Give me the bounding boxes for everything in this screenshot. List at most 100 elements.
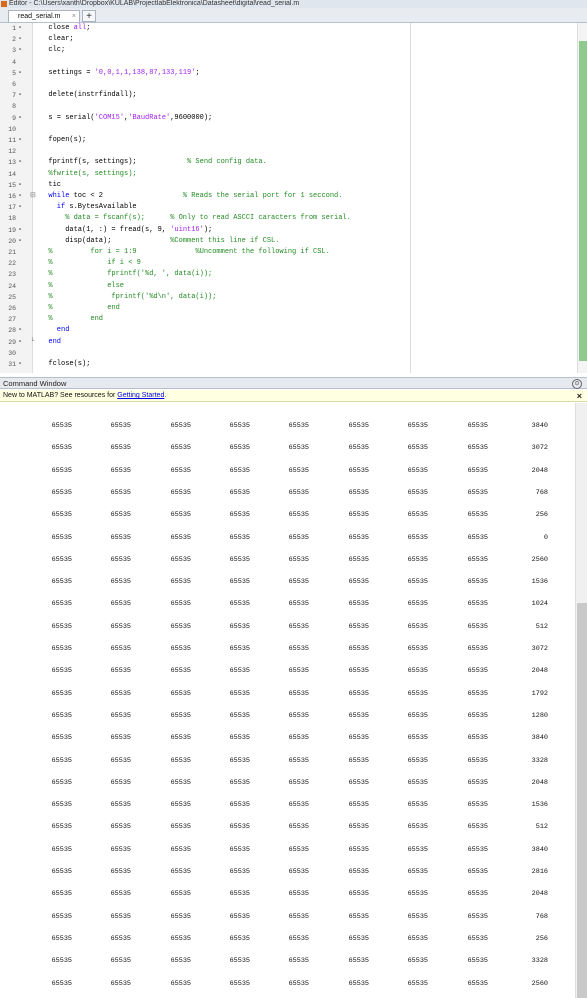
breakpoint-marker[interactable]: -: [18, 34, 22, 45]
breakpoint-marker[interactable]: -: [18, 225, 22, 236]
output-value: 65535: [407, 801, 428, 810]
breakpoint-marker[interactable]: -: [18, 191, 22, 202]
output-value: 65535: [288, 466, 309, 475]
output-value: 65535: [467, 600, 488, 609]
code-line[interactable]: 12: [0, 146, 576, 157]
code-line[interactable]: 11- fopen(s);: [0, 135, 576, 146]
breakpoint-marker[interactable]: -: [18, 359, 22, 370]
output-row: 65535 65535 65535 65535 65535 65535 65535 65535…: [0, 867, 574, 877]
output-value: 1792: [531, 689, 548, 698]
code-editor[interactable]: 1- close all; 2- clear; 3- clc; 4 5- settings = …: [0, 23, 576, 373]
code-text: end: [48, 337, 61, 348]
editor-tab-bar: read_serial.m × +: [0, 8, 587, 23]
output-value: 65535: [467, 823, 488, 832]
breakpoint-marker[interactable]: -: [18, 68, 22, 79]
output-value: 65535: [288, 533, 309, 542]
output-value: 65535: [348, 645, 369, 653]
output-value: 65535: [229, 979, 250, 988]
fold-icon[interactable]: ⊟: [30, 191, 36, 202]
output-value: 65535: [348, 912, 369, 921]
breakpoint-marker[interactable]: -: [18, 157, 22, 168]
breakpoint-marker[interactable]: -: [18, 113, 22, 124]
code-line[interactable]: 19- data(1, :) = fread(s, 9, 'uint16');: [0, 225, 576, 236]
panel-menu-icon[interactable]: ⊙: [572, 379, 582, 389]
tab-read-serial[interactable]: read_serial.m ×: [8, 10, 80, 22]
breakpoint-marker[interactable]: -: [18, 135, 22, 146]
output-value: 65535: [51, 823, 72, 832]
output-value: 65535: [467, 868, 488, 876]
window-title-bar: Editor - C:\Users\xanth\Dropbox\KULAB\Pr…: [0, 0, 587, 8]
code-line[interactable]: 9- s = serial('COM15','BaudRate',9600000)…: [0, 113, 576, 124]
line-number: 6: [12, 81, 16, 88]
code-line[interactable]: 18 % data = fscanf(s); % Only to read ASC…: [0, 213, 576, 224]
editor-scroll-thumb[interactable]: [579, 41, 587, 361]
fold-icon[interactable]: └: [30, 337, 34, 348]
code-line[interactable]: 10: [0, 124, 576, 135]
breakpoint-marker[interactable]: -: [18, 45, 22, 56]
code-line[interactable]: 17- if s.BytesAvailable: [0, 202, 576, 213]
code-line[interactable]: 8: [0, 101, 576, 112]
command-window-scrollbar[interactable]: [575, 403, 587, 998]
code-line[interactable]: 27 % end: [0, 314, 576, 325]
code-line[interactable]: 5- settings = '0,0,1,1,138,87,133,119';: [0, 68, 576, 79]
breakpoint-marker[interactable]: -: [18, 90, 22, 101]
code-line[interactable]: 24 % else: [0, 281, 576, 292]
output-value: 65535: [348, 600, 369, 609]
output-value: 2816: [531, 868, 548, 876]
code-line[interactable]: 20- disp(data); %Comment this line if CSL…: [0, 236, 576, 247]
code-line[interactable]: 26 % end: [0, 303, 576, 314]
output-value: 65535: [407, 912, 428, 921]
code-line[interactable]: 22 % if i < 9: [0, 258, 576, 269]
output-value: 65535: [110, 444, 131, 453]
code-line[interactable]: 7- delete(instrfindall);: [0, 90, 576, 101]
code-line[interactable]: 6: [0, 79, 576, 90]
command-window-output[interactable]: 65535 65535 65535 65535 65535 65535 65535 65535…: [0, 403, 574, 998]
output-value: 65535: [51, 845, 72, 854]
code-line[interactable]: 21 % for i = 1:9 %Uncomment the following…: [0, 247, 576, 258]
command-window-scroll-thumb[interactable]: [577, 603, 587, 998]
getting-started-link[interactable]: Getting Started: [117, 392, 164, 399]
comment-token: % fprintf('%d, ', data(i));: [48, 270, 213, 279]
output-value: 3072: [531, 444, 548, 453]
output-value: 65535: [288, 645, 309, 653]
code-line[interactable]: 25 % fprintf('%d\n', data(i));: [0, 292, 576, 303]
output-value: 65535: [170, 845, 191, 854]
code-line[interactable]: 23 % fprintf('%d, ', data(i));: [0, 269, 576, 280]
breakpoint-marker[interactable]: -: [18, 325, 22, 336]
tab-close-icon[interactable]: ×: [72, 11, 76, 23]
code-line[interactable]: 2- clear;: [0, 34, 576, 45]
breakpoint-marker[interactable]: -: [18, 23, 22, 34]
code-line[interactable]: 28- end: [0, 325, 576, 336]
banner-close-icon[interactable]: ×: [577, 390, 582, 402]
comment-token: %fwrite(s, settings);: [48, 169, 137, 178]
code-line[interactable]: 31- fclose(s);: [0, 359, 576, 370]
code-line[interactable]: 15- tic: [0, 180, 576, 191]
output-value: 1024: [531, 600, 548, 609]
output-value: 65535: [467, 756, 488, 765]
code-line[interactable]: 4: [0, 57, 576, 68]
output-value: 65535: [348, 801, 369, 810]
line-number: 17: [8, 204, 16, 212]
output-value: 65535: [467, 488, 488, 497]
code-line[interactable]: 3- clc;: [0, 45, 576, 56]
code-line[interactable]: 30: [0, 348, 576, 359]
editor-scrollbar[interactable]: [577, 23, 587, 373]
new-tab-button[interactable]: +: [82, 10, 96, 22]
output-value: 65535: [467, 890, 488, 899]
breakpoint-marker[interactable]: -: [18, 236, 22, 247]
code-line[interactable]: 16- ⊟ while toc < 2 % Reads the serial por…: [0, 191, 576, 202]
breakpoint-marker[interactable]: -: [18, 337, 22, 348]
output-value: 65535: [407, 957, 428, 966]
code-line[interactable]: 14 %fwrite(s, settings);: [0, 169, 576, 180]
breakpoint-marker[interactable]: -: [18, 202, 22, 213]
output-value: 65535: [407, 711, 428, 720]
code-line[interactable]: 29- └ end: [0, 337, 576, 348]
breakpoint-marker[interactable]: -: [18, 180, 22, 191]
output-value: 65535: [467, 711, 488, 720]
output-value: 65535: [467, 555, 488, 564]
code-token: s = serial(: [48, 113, 95, 122]
output-value: 65535: [288, 778, 309, 787]
code-line[interactable]: 13- fprintf(s, settings); % Send config d…: [0, 157, 576, 168]
output-value: 65535: [229, 422, 250, 430]
code-line[interactable]: 1- close all;: [0, 23, 576, 34]
